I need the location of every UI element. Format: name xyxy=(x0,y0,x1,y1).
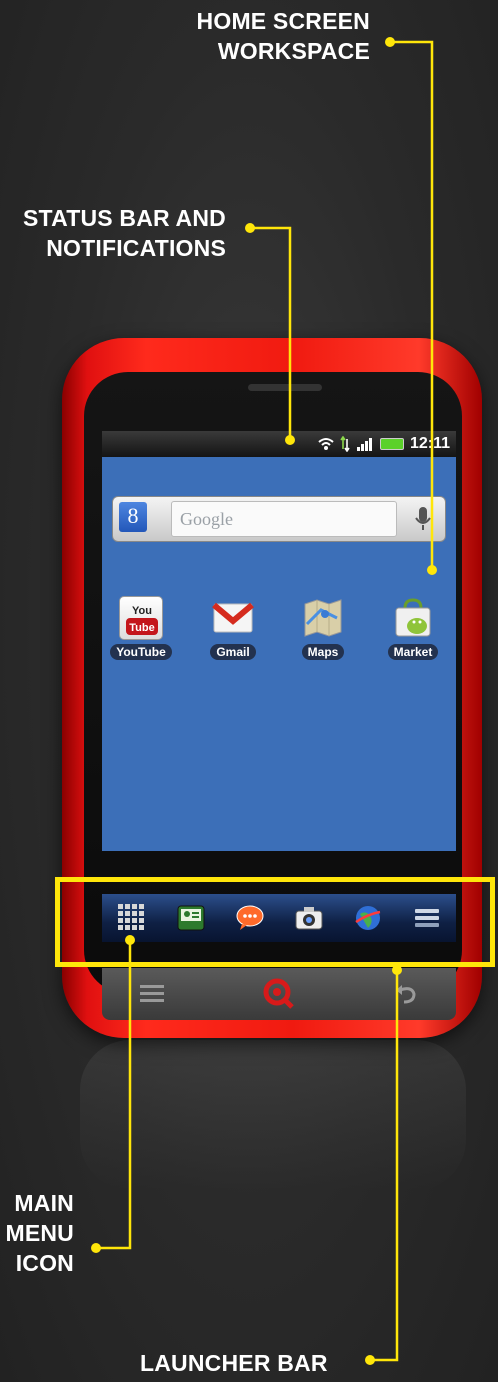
app-maps[interactable]: Maps xyxy=(286,596,360,661)
home-screen[interactable]: 12:11 8 Google You Tube YouTube Gmail Ma… xyxy=(102,431,456,851)
search-input[interactable]: Google xyxy=(171,501,397,537)
svg-text:You: You xyxy=(132,605,152,617)
status-bar-leader-dot-start xyxy=(245,223,255,233)
main-menu-label-line-3: ICON xyxy=(15,1250,74,1276)
home-screen-label-line-1: HOME SCREEN xyxy=(196,8,370,34)
gmail-icon xyxy=(211,596,255,640)
status-label-line-2: NOTIFICATIONS xyxy=(46,235,226,261)
google-search-widget[interactable]: 8 Google xyxy=(112,496,446,542)
back-icon[interactable] xyxy=(386,976,426,1012)
home-screen-label-line-2: WORKSPACE xyxy=(217,38,370,64)
menu-icon[interactable] xyxy=(132,976,172,1012)
data-transfer-icon xyxy=(340,436,350,452)
status-bar-notifications-label: STATUS BAR AND NOTIFICATIONS xyxy=(23,203,226,263)
phone-reflection xyxy=(80,1040,466,1190)
clock: 12:11 xyxy=(409,435,450,452)
launcher-bar-leader-dot-start xyxy=(365,1355,375,1365)
status-bar[interactable]: 12:11 xyxy=(102,431,456,457)
search-logo-icon[interactable] xyxy=(259,976,299,1012)
market-icon xyxy=(391,596,435,640)
home-screen-leader-dot-start xyxy=(385,37,395,47)
svg-text:Tube: Tube xyxy=(129,622,154,634)
app-youtube[interactable]: You Tube YouTube xyxy=(104,596,178,661)
app-label-gmail: Gmail xyxy=(210,644,256,660)
signal-icon xyxy=(356,438,372,451)
app-gmail[interactable]: Gmail xyxy=(196,596,270,661)
status-label-line-1: STATUS BAR AND xyxy=(23,205,226,231)
main-menu-label-line-2: MENU xyxy=(5,1220,74,1246)
youtube-icon: You Tube xyxy=(119,596,163,640)
maps-icon xyxy=(301,596,345,640)
main-menu-icon-label: MAIN MENU ICON xyxy=(0,1188,74,1278)
earpiece xyxy=(248,384,322,391)
launcher-bar-label: LAUNCHER BAR xyxy=(140,1350,328,1376)
app-market[interactable]: Market xyxy=(376,596,450,661)
google-logo-icon[interactable]: 8 xyxy=(119,502,147,532)
wifi-icon xyxy=(318,438,334,450)
app-label-market: Market xyxy=(387,644,439,660)
main-menu-leader-dot-start xyxy=(91,1243,101,1253)
app-label-maps: Maps xyxy=(301,644,345,660)
home-screen-workspace-label: HOME SCREEN WORKSPACE xyxy=(197,6,370,66)
hardware-nav-bar xyxy=(102,968,456,1020)
launcher-bar-highlight xyxy=(55,877,495,967)
app-label-youtube: YouTube xyxy=(110,644,172,660)
microphone-icon[interactable] xyxy=(405,501,441,537)
status-icons: 12:11 xyxy=(318,434,450,454)
battery-icon xyxy=(379,438,404,450)
main-menu-label-line-1: MAIN xyxy=(14,1190,74,1216)
